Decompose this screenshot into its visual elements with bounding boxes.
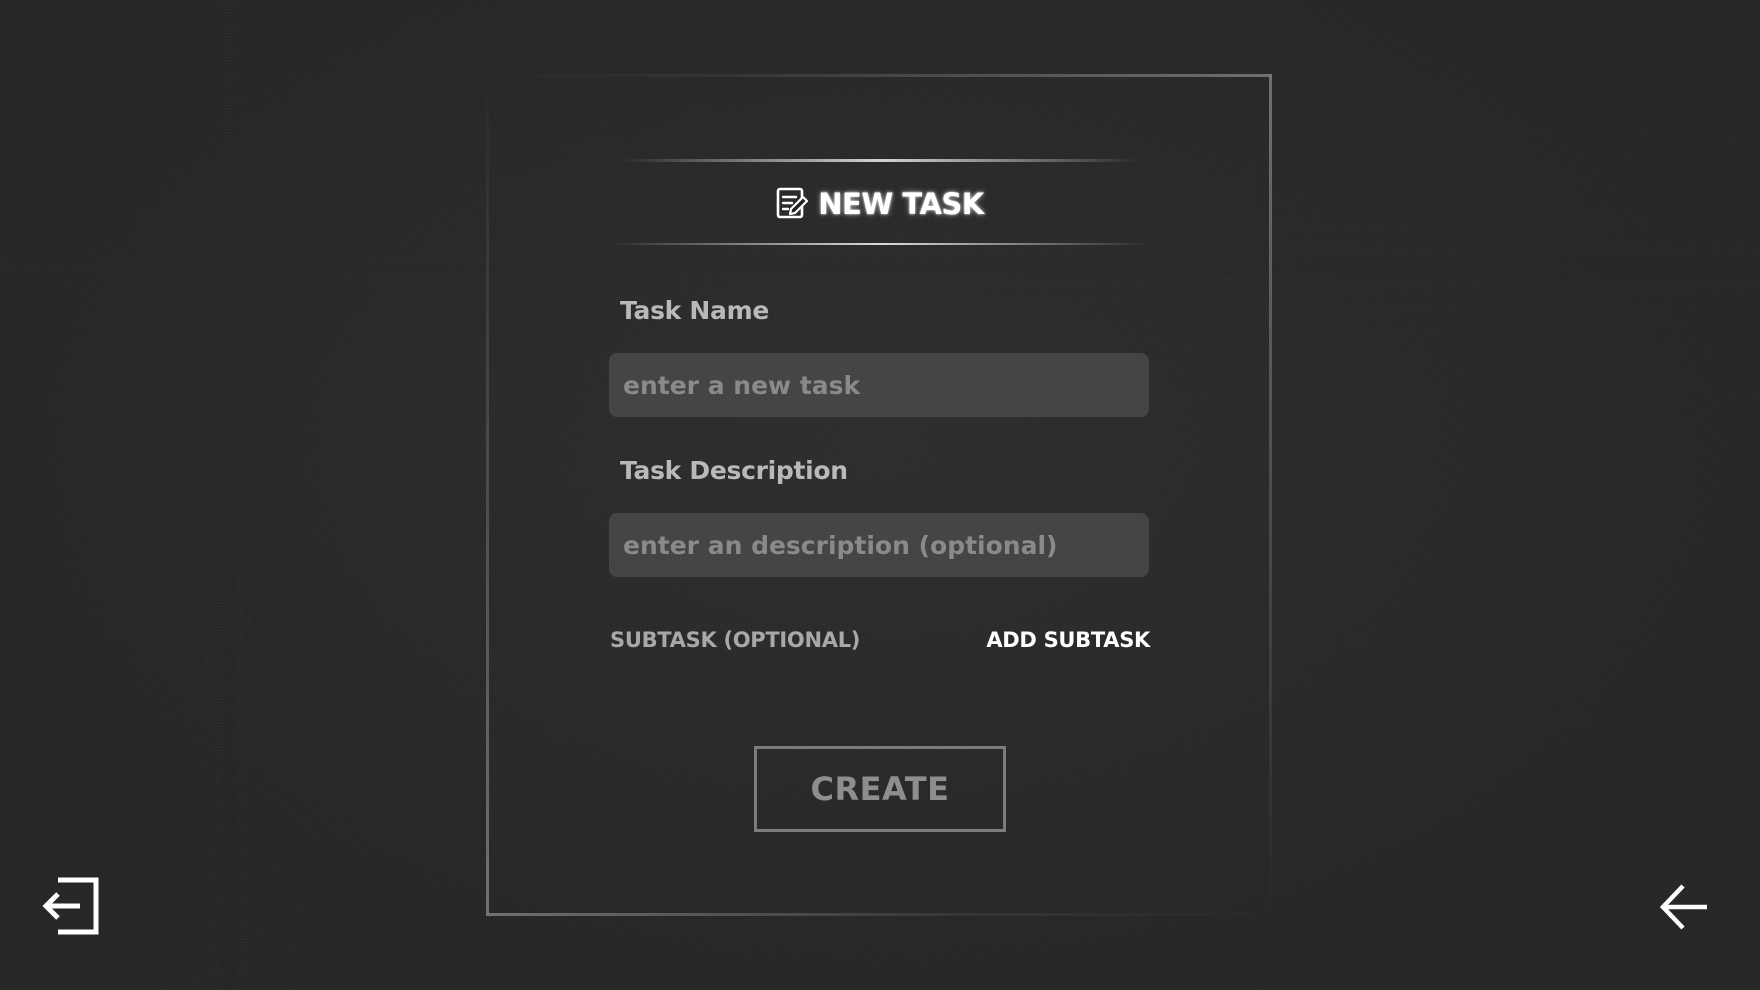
- page-title-text: NEW TASK: [818, 187, 984, 221]
- task-name-input[interactable]: [609, 353, 1149, 417]
- task-name-label: Task Name: [620, 296, 770, 325]
- card-border-top: [486, 74, 1272, 77]
- create-button[interactable]: CREATE: [754, 746, 1006, 832]
- arrow-left-icon: [1659, 884, 1707, 930]
- logout-icon: [42, 877, 99, 935]
- task-description-label: Task Description: [620, 456, 848, 485]
- subtask-label: SUBTASK (OPTIONAL): [610, 628, 861, 652]
- back-button[interactable]: [1659, 882, 1709, 932]
- add-subtask-button[interactable]: ADD SUBTASK: [986, 628, 1150, 652]
- edit-note-icon: [776, 187, 809, 221]
- page-title: NEW TASK: [0, 182, 1760, 226]
- title-divider-bottom: [612, 243, 1148, 245]
- task-description-input[interactable]: [609, 513, 1149, 577]
- title-divider-top: [622, 159, 1140, 162]
- logout-button[interactable]: [42, 876, 100, 936]
- card-border-bottom: [486, 913, 1272, 916]
